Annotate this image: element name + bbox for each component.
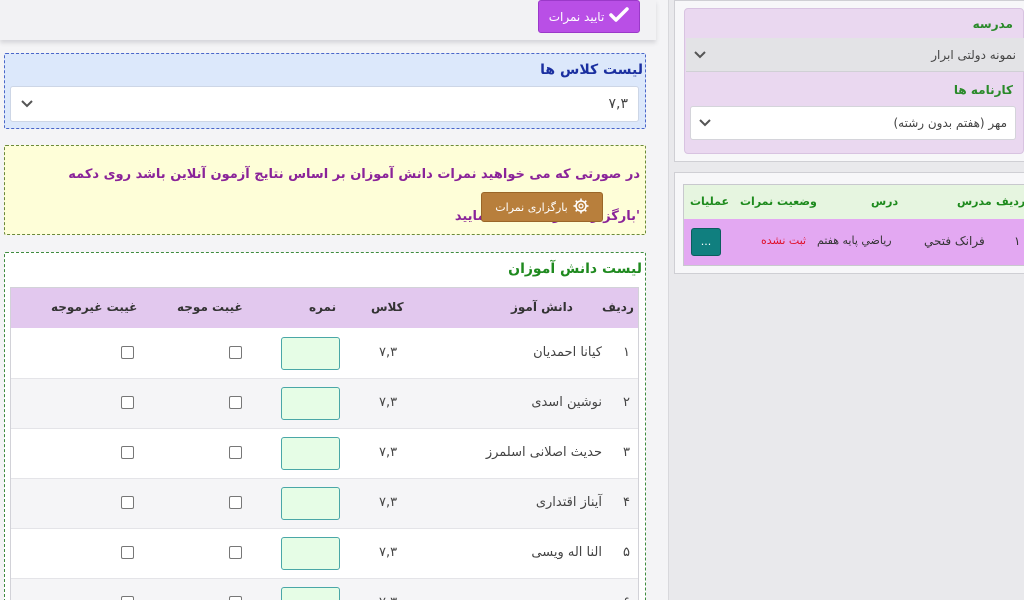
unexcused-absence-checkbox[interactable]	[121, 496, 134, 509]
rc-row-number: ۱	[1014, 234, 1021, 248]
upload-grades-label: بارگزاری نمرات	[495, 200, 568, 214]
school-label: مدرسه	[972, 17, 1013, 31]
excused-absence-checkbox[interactable]	[229, 496, 242, 509]
school-select-value: نمونه دولتی ابرار	[931, 47, 1016, 62]
table-row: ۲ نوشین اسدی ۷,۳	[11, 379, 638, 429]
header-excused-absence: غیبت موجه	[177, 300, 243, 314]
grade-input[interactable]	[281, 487, 340, 520]
student-name: النا اله ویسی	[531, 545, 602, 560]
table-row: ۱ کیانا احمدیان ۷,۳	[11, 329, 638, 379]
rc-header-ops: عملیات	[690, 195, 730, 208]
unexcused-absence-checkbox[interactable]	[121, 446, 134, 459]
students-table-header: ردیف دانش آموز کلاس نمره غیبت موجه غیبت …	[11, 288, 638, 328]
rc-header-row: ردیف	[996, 195, 1024, 208]
upload-grades-button[interactable]: بارگزاری نمرات	[481, 192, 603, 222]
header-row: ردیف	[602, 300, 634, 314]
chevron-down-icon	[694, 48, 706, 62]
chevron-down-icon	[699, 116, 711, 130]
class-list-title: لیست کلاس ها	[540, 62, 643, 78]
report-label: کارنامه ها	[953, 83, 1013, 97]
unexcused-absence-checkbox[interactable]	[121, 546, 134, 559]
grade-input[interactable]	[281, 437, 340, 470]
student-class: ۷,۳	[379, 345, 398, 360]
gear-icon	[573, 198, 589, 217]
grade-input[interactable]	[281, 537, 340, 570]
rc-header-course: درس	[871, 195, 899, 208]
excused-absence-checkbox[interactable]	[229, 546, 242, 559]
excused-absence-checkbox[interactable]	[229, 346, 242, 359]
chevron-down-icon	[21, 96, 33, 112]
row-number: ۶	[623, 595, 630, 600]
student-name: کیانا احمدیان	[533, 345, 602, 360]
rc-teacher: فرانک فتحي	[924, 234, 985, 248]
students-title: لیست دانش آموزان	[508, 261, 642, 277]
header-student: دانش آموز	[511, 300, 573, 314]
student-name: آیناز اقتداری	[535, 495, 602, 510]
unexcused-absence-checkbox[interactable]	[121, 596, 134, 600]
table-row: ۳ حدیث اصلانی اسلمرز ۷,۳	[11, 429, 638, 479]
class-select[interactable]: ۷,۳	[10, 86, 639, 122]
report-card-header: ردیف مدرس درس وضعیت نمرات عملیات	[684, 185, 1024, 219]
row-number: ۵	[623, 545, 630, 560]
report-select[interactable]: مهر (هفتم بدون رشته)	[690, 106, 1016, 140]
student-name: نوشین اسدی	[531, 395, 602, 410]
operations-button[interactable]: ...	[691, 228, 721, 256]
header-class: کلاس	[371, 300, 404, 314]
row-number: ۱	[623, 345, 630, 360]
confirm-grades-button[interactable]: تایید نمرات	[538, 0, 640, 33]
row-number: ۳	[623, 445, 630, 460]
rc-course: رياضي پايه هفتم	[817, 234, 892, 247]
student-class: ۷,۳	[379, 445, 398, 460]
rc-header-status: وضعیت نمرات	[740, 195, 817, 208]
row-number: ۲	[623, 395, 630, 410]
filter-card: مدرسه نمونه دولتی ابرار کارنامه ها مهر (…	[684, 8, 1024, 154]
excused-absence-checkbox[interactable]	[229, 396, 242, 409]
unexcused-absence-checkbox[interactable]	[121, 346, 134, 359]
student-name: حدیث اصلانی اسلمرز	[485, 445, 602, 460]
header-unexcused-absence: غیبت غیرموجه	[51, 300, 138, 314]
confirm-grades-label: تایید نمرات	[548, 9, 605, 24]
student-class: ۷,۳	[379, 545, 398, 560]
table-row: ۵ النا اله ویسی ۷,۳	[11, 529, 638, 579]
class-select-value: ۷,۳	[608, 96, 629, 112]
status-badge: ثبت نشده	[761, 234, 807, 247]
grade-input[interactable]	[281, 337, 340, 370]
table-row: ۴ آیناز اقتداری ۷,۳	[11, 479, 638, 529]
excused-absence-checkbox[interactable]	[229, 446, 242, 459]
row-number: ۴	[623, 495, 630, 510]
student-class: ۷,۳	[379, 395, 398, 410]
table-row: ۶ ۷,۳	[11, 579, 638, 600]
unexcused-absence-checkbox[interactable]	[121, 396, 134, 409]
header-grade: نمره	[309, 300, 337, 314]
report-card-row: ۱ فرانک فتحي رياضي پايه هفتم ثبت نشده ..…	[684, 219, 1024, 265]
student-class: ۷,۳	[379, 595, 397, 600]
grade-input[interactable]	[281, 587, 340, 600]
grade-input[interactable]	[281, 387, 340, 420]
school-select[interactable]: نمونه دولتی ابرار	[686, 38, 1024, 72]
excused-absence-checkbox[interactable]	[229, 596, 242, 600]
check-icon	[609, 7, 630, 26]
rc-header-teacher: مدرس	[957, 195, 992, 208]
report-select-value: مهر (هفتم بدون رشته)	[893, 116, 1007, 130]
student-class: ۷,۳	[379, 495, 398, 510]
